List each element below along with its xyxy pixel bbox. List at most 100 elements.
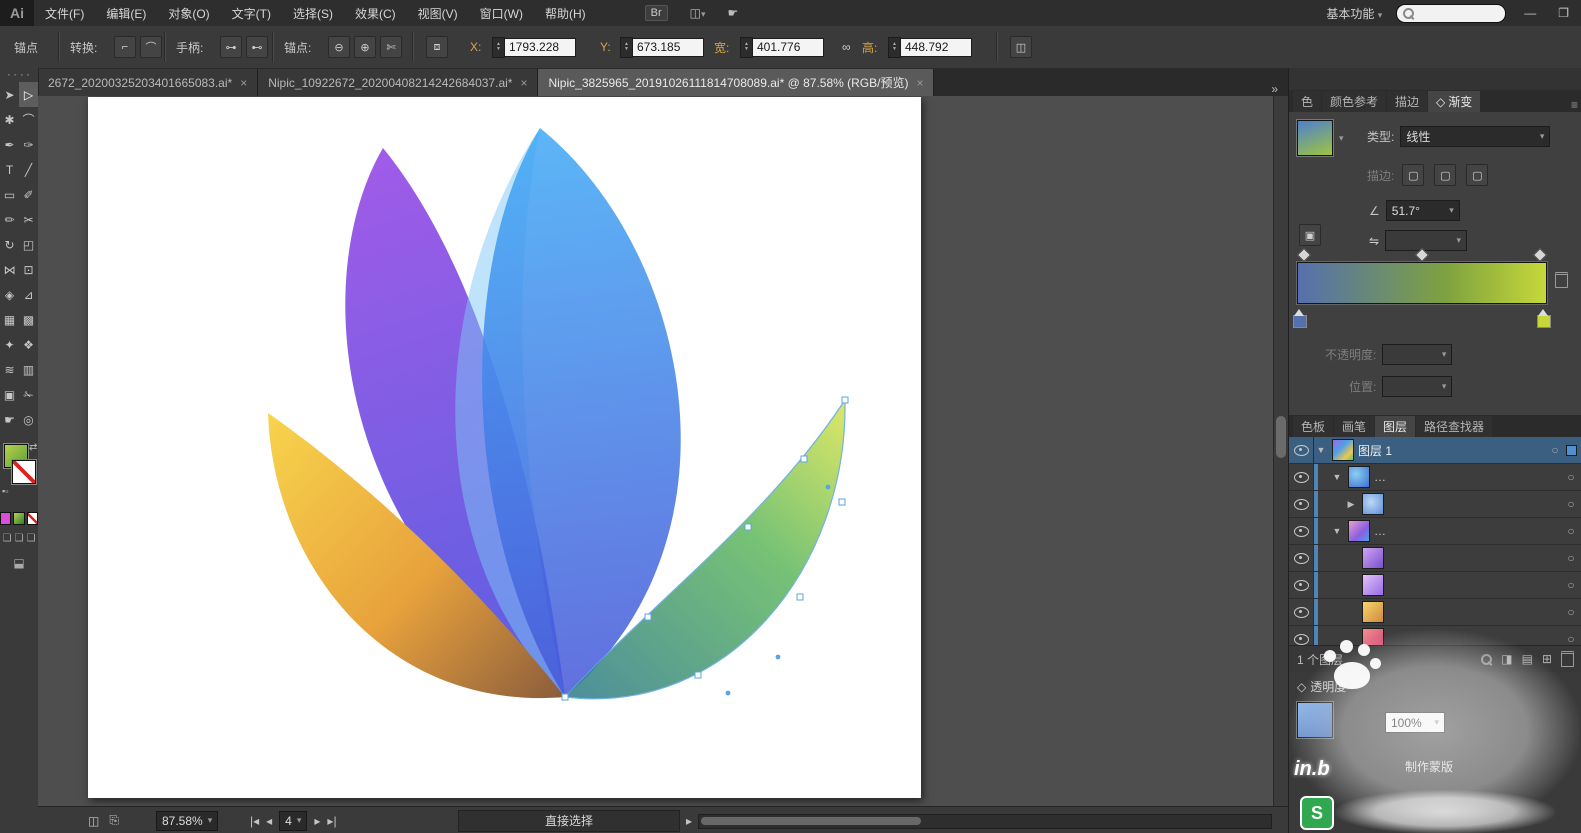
stepper-icon[interactable]: ▲ ▼ (740, 36, 753, 58)
target-icon[interactable]: ○ (1560, 524, 1581, 538)
visibility-toggle[interactable] (1289, 518, 1314, 544)
menu-edit[interactable]: 编辑(E) (95, 0, 157, 26)
rotate-tool[interactable]: ↻ (0, 232, 19, 257)
show-handles-icon[interactable]: ⊶ (220, 36, 242, 58)
visibility-toggle[interactable] (1289, 599, 1314, 625)
gradient-button[interactable] (13, 512, 25, 525)
status-doc-icon[interactable]: ◫ (88, 814, 99, 828)
y-field[interactable]: ▲ ▼ 673.185 (620, 36, 704, 58)
opacity-select[interactable]: 100% ▾ (1385, 712, 1445, 733)
gradient-type-select[interactable]: 线性 ▾ (1400, 126, 1551, 147)
hand-tool[interactable]: ☛ (0, 407, 19, 432)
add-anchor-point-tool[interactable]: ✑ (19, 132, 38, 157)
draw-behind-icon[interactable]: ❏ (15, 533, 24, 544)
doc-tab-2[interactable]: Nipic_10922672_20200408214242684037.ai* … (258, 69, 539, 96)
layer-row-3[interactable]: ▶ ○ (1289, 491, 1581, 518)
stroke-swatch[interactable] (11, 459, 37, 485)
menu-effect[interactable]: 效果(C) (344, 0, 407, 26)
status-export-icon[interactable]: ⎘ (109, 813, 119, 828)
artboard[interactable] (88, 97, 921, 798)
gradient-preview-swatch[interactable] (1296, 119, 1334, 157)
new-sublayer-icon[interactable]: ▤ (1522, 652, 1533, 666)
expander-icon[interactable]: ▼ (1330, 526, 1344, 536)
blend-tool[interactable]: ❖ (19, 332, 38, 357)
visibility-toggle[interactable] (1289, 437, 1314, 463)
target-icon[interactable]: ○ (1560, 470, 1581, 484)
layer-name[interactable]: 图层 1 (1358, 442, 1544, 459)
menu-view[interactable]: 视图(V) (407, 0, 469, 26)
pencil-tool[interactable]: ✏ (0, 207, 19, 232)
layer-name[interactable]: … (1374, 524, 1560, 538)
magic-wand-tool[interactable]: ✱ (0, 107, 19, 132)
target-icon[interactable]: ○ (1560, 497, 1581, 511)
zoom-level-select[interactable]: 87.58% ▾ (156, 810, 219, 831)
expander-icon[interactable]: ▶ (1344, 499, 1358, 510)
delete-stop-icon[interactable] (1555, 272, 1568, 288)
height-field[interactable]: ▲ ▼ 448.792 (888, 36, 972, 58)
last-artboard-icon[interactable]: ▸| (327, 814, 336, 828)
tab-color[interactable]: 色 (1293, 91, 1322, 112)
tab-swatches[interactable]: 色板 (1293, 416, 1334, 437)
gradient-stop-right[interactable] (1537, 308, 1551, 328)
workspace-switcher[interactable]: 基本功能 ▾ (1326, 5, 1382, 22)
new-layer-icon[interactable]: ⊞ (1542, 652, 1552, 666)
reverse-gradient-icon[interactable]: ⇋ (1369, 234, 1379, 248)
visibility-toggle[interactable] (1289, 545, 1314, 571)
restore-button[interactable]: ❐ (1554, 6, 1573, 20)
isolate-selection-icon[interactable]: ⧈ (426, 36, 448, 58)
transparency-thumbnail[interactable] (1296, 701, 1334, 739)
type-tool[interactable]: T (0, 157, 19, 182)
layer-row-4[interactable]: ▼ … ○ (1289, 518, 1581, 545)
menu-help[interactable]: 帮助(H) (534, 0, 597, 26)
color-button[interactable] (0, 512, 12, 525)
draw-inside-icon[interactable]: ❏ (26, 533, 35, 544)
gradient-stop-left[interactable] (1293, 308, 1307, 328)
visibility-toggle[interactable] (1289, 491, 1314, 517)
horizontal-scrollbar[interactable] (698, 814, 1272, 829)
vertical-scrollbar[interactable] (1273, 96, 1288, 806)
toolbar-grip[interactable]: ▪ ▪ ▪ ▪ (0, 68, 38, 82)
gradient-tool[interactable]: ▩ (19, 307, 38, 332)
stepper-icon[interactable]: ▲ ▼ (492, 36, 505, 58)
first-artboard-icon[interactable]: |◂ (250, 814, 259, 828)
eyedropper-tool[interactable]: ✦ (0, 332, 19, 357)
lasso-tool[interactable]: ⌒ (19, 107, 38, 132)
menu-file[interactable]: 文件(F) (34, 0, 95, 26)
target-icon[interactable]: ○ (1560, 605, 1581, 619)
vertical-scrollbar-thumb[interactable] (1276, 416, 1286, 458)
target-icon[interactable]: ○ (1560, 578, 1581, 592)
tab-layers[interactable]: 图层 (1375, 416, 1416, 437)
artboard-tool[interactable]: ▣ (0, 382, 19, 407)
default-fill-stroke-icon[interactable]: ▪▫ (2, 486, 8, 496)
tab-brushes[interactable]: 画笔 (1334, 416, 1375, 437)
gradient-angle-select[interactable]: 51.7° ▾ (1385, 200, 1460, 221)
column-graph-tool[interactable]: ▥ (19, 357, 38, 382)
link-dimensions-icon[interactable]: ∞ (842, 40, 851, 54)
visibility-toggle[interactable] (1289, 464, 1314, 490)
screen-mode-button[interactable]: ⬓ (0, 556, 38, 570)
tab-pathfinder[interactable]: 路径查找器 (1416, 416, 1493, 437)
selection-tool[interactable]: ➤ (0, 82, 19, 107)
target-icon[interactable]: ○ (1544, 443, 1566, 457)
scissors-tool[interactable]: ✂ (19, 207, 38, 232)
make-mask-button[interactable]: 制作蒙版 (1405, 758, 1453, 775)
shape-builder-tool[interactable]: ◈ (0, 282, 19, 307)
close-icon[interactable]: × (240, 76, 247, 90)
draw-normal-icon[interactable]: ❏ (3, 533, 12, 544)
close-icon[interactable]: × (520, 76, 527, 90)
canvas-area[interactable] (38, 96, 1288, 806)
paintbrush-tool[interactable]: ✐ (19, 182, 38, 207)
doc-tab-3-active[interactable]: Nipic_3825965_20191026111814708089.ai* @… (538, 69, 935, 96)
free-transform-tool[interactable]: ⊡ (19, 257, 38, 282)
minimize-button[interactable]: — (1520, 6, 1540, 20)
convert-to-corner-icon[interactable]: ⌐ (114, 36, 136, 58)
gradient-annotator-icon[interactable]: ▣ (1299, 224, 1321, 246)
stroke-gradient-across-icon[interactable]: ▢ (1466, 164, 1489, 186)
zoom-tool[interactable]: ◎ (19, 407, 38, 432)
layer-row-2[interactable]: ▼ … ○ (1289, 464, 1581, 491)
line-segment-tool[interactable]: ╱ (19, 157, 38, 182)
gradient-midpoint-icon[interactable] (1532, 247, 1548, 263)
none-button[interactable] (26, 512, 38, 525)
search-input[interactable] (1396, 3, 1507, 23)
layer-row-6[interactable]: ○ (1289, 572, 1581, 599)
